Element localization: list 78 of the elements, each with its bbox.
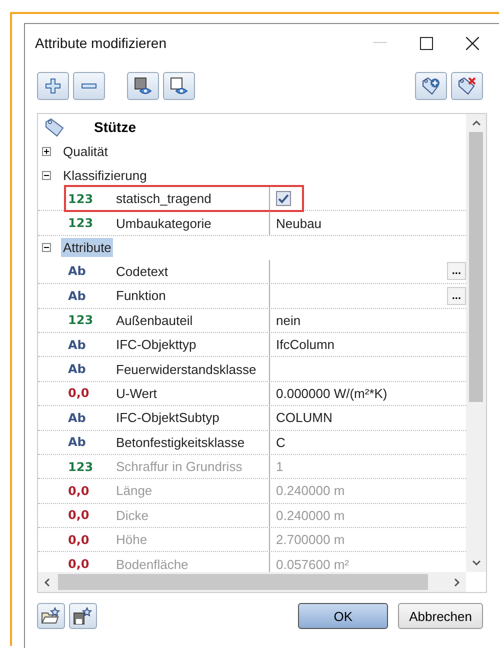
- type-glyph: Ab: [68, 338, 87, 352]
- property-value: 0.240000 m: [276, 483, 345, 498]
- property-name: Bodenfläche: [116, 556, 190, 572]
- type-glyph: Ab: [68, 362, 87, 376]
- property-name: Feuerwiderstandsklasse: [116, 362, 258, 377]
- eye-button[interactable]: [163, 72, 195, 100]
- property-name: Höhe: [116, 532, 148, 548]
- window-title: Attribute modifizieren: [35, 35, 167, 51]
- expander-icon[interactable]: [42, 146, 51, 156]
- property-value: C: [276, 434, 286, 450]
- property-value: 2.700000 m: [276, 532, 345, 548]
- property-name: Funktion: [116, 288, 167, 304]
- scroll-down-icon[interactable]: [472, 560, 480, 566]
- ok-button[interactable]: OK: [298, 603, 388, 629]
- tag-icon: [44, 116, 66, 136]
- scroll-right-icon[interactable]: [454, 578, 460, 586]
- tag-cross-button[interactable]: [451, 72, 483, 100]
- type-glyph: 123: [68, 460, 94, 474]
- browse-button[interactable]: ...: [446, 286, 466, 305]
- maximize-icon[interactable]: [420, 36, 433, 50]
- type-glyph: 0,0: [68, 386, 90, 400]
- property-name: Außenbauteil: [116, 312, 194, 328]
- property-name: IFC-Objekttyp: [116, 337, 198, 352]
- browse-button[interactable]: ...: [446, 262, 466, 280]
- property-name: Länge: [116, 483, 154, 498]
- type-glyph: Ab: [68, 288, 87, 303]
- object-title: Stütze: [94, 118, 136, 134]
- type-glyph: Ab: [68, 264, 87, 278]
- type-glyph: 0,0: [68, 532, 90, 547]
- tag-plus-icon: [421, 77, 441, 95]
- property-value: 0.057600 m²: [276, 556, 349, 572]
- property-name: Umbaukategorie: [116, 216, 212, 231]
- tag-cross-icon: [457, 77, 477, 95]
- scroll-left-icon[interactable]: [44, 578, 50, 586]
- eye-button[interactable]: [127, 72, 159, 100]
- property-name: IFC-ObjektSubtyp: [116, 410, 220, 426]
- expander-icon[interactable]: [42, 243, 51, 252]
- property-value: 0.240000 m: [276, 508, 345, 523]
- expander-icon[interactable]: [42, 170, 51, 180]
- property-name: Codetext: [116, 264, 170, 279]
- property-value: Neubau: [276, 216, 322, 231]
- scroll-up-icon[interactable]: [472, 120, 480, 126]
- property-value: nein: [276, 312, 301, 328]
- property-name: U-Wert: [116, 386, 158, 401]
- type-glyph: Ab: [68, 435, 87, 450]
- plus-icon: [45, 78, 61, 94]
- eye-icon: [134, 77, 152, 95]
- property-value: COLUMN: [276, 410, 332, 426]
- horizontal-scrollbar[interactable]: [38, 572, 466, 592]
- disk-star-button[interactable]: [69, 603, 97, 629]
- group-label[interactable]: Klassifizierung: [61, 166, 149, 184]
- property-value: 0.000000 W/(m²*K): [276, 386, 388, 401]
- tag-plus-button[interactable]: [415, 72, 447, 100]
- type-glyph: 123: [68, 192, 94, 206]
- folder-star-button[interactable]: [37, 603, 65, 629]
- property-name: Schraffur in Grundriss: [116, 459, 244, 474]
- type-glyph: Ab: [68, 410, 87, 425]
- group-label[interactable]: Attribute: [61, 238, 114, 258]
- type-glyph: 0,0: [68, 557, 90, 572]
- property-value: 1: [276, 459, 284, 474]
- cancel-button[interactable]: Abbrechen: [398, 603, 483, 629]
- minus-button[interactable]: [73, 72, 105, 100]
- disk-star-icon: [73, 607, 93, 625]
- plus-button[interactable]: [37, 72, 69, 100]
- eye-icon: [170, 77, 188, 95]
- type-glyph: 0,0: [68, 508, 90, 522]
- property-name: Dicke: [116, 508, 150, 523]
- type-glyph: 123: [68, 313, 94, 328]
- close-icon[interactable]: [466, 36, 479, 50]
- group-label[interactable]: Qualität: [61, 142, 110, 160]
- type-glyph: 123: [68, 216, 94, 230]
- type-glyph: 0,0: [68, 484, 90, 498]
- property-value: IfcColumn: [276, 337, 335, 352]
- property-name: Betonfestigkeitsklasse: [116, 434, 246, 450]
- checkbox[interactable]: [276, 191, 291, 206]
- vertical-scrollbar[interactable]: [466, 114, 486, 572]
- folder-star-icon: [41, 607, 61, 625]
- property-name: statisch_tragend: [116, 191, 212, 206]
